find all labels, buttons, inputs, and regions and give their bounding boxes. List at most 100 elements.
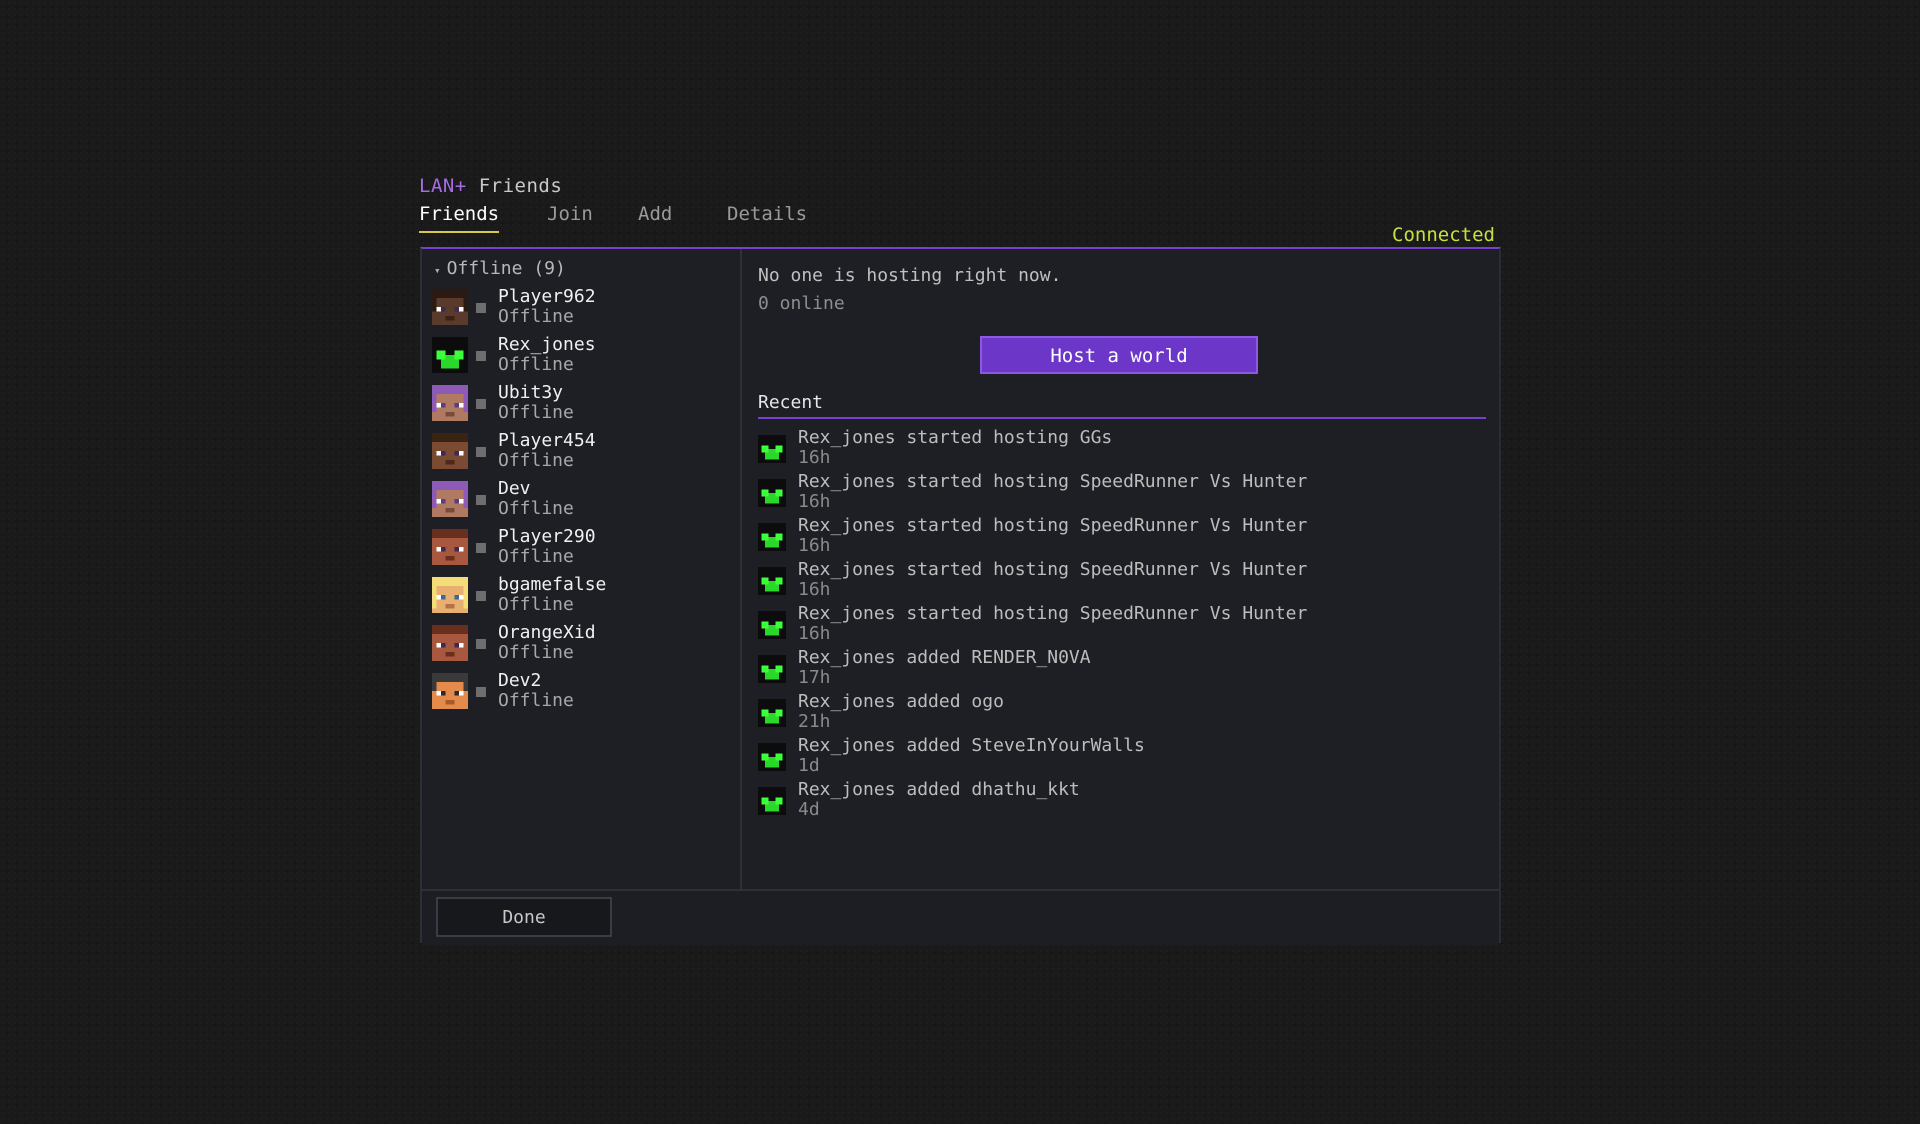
friend-status: Offline bbox=[498, 642, 574, 663]
brand-plus: + bbox=[454, 175, 467, 197]
window-title: LAN+ Friends bbox=[419, 175, 562, 197]
tab-details[interactable]: Details bbox=[727, 203, 807, 231]
activity-text: Rex_jones added SteveInYourWalls bbox=[798, 735, 1145, 756]
activity-text: Rex_jones started hosting SpeedRunner Vs… bbox=[798, 603, 1308, 624]
friend-row[interactable]: Player290 Offline bbox=[432, 526, 732, 570]
activity-time: 16h bbox=[798, 447, 831, 468]
friend-row[interactable]: OrangeXid Offline bbox=[432, 622, 732, 666]
activity-item: Rex_jones started hosting SpeedRunner Vs… bbox=[758, 559, 1478, 603]
activity-time: 17h bbox=[798, 667, 831, 688]
friend-status: Offline bbox=[498, 690, 574, 711]
activity-time: 16h bbox=[798, 491, 831, 512]
friend-status: Offline bbox=[498, 546, 574, 567]
friend-name: Ubit3y bbox=[498, 382, 564, 403]
player-head-icon bbox=[432, 673, 468, 709]
brand-name: LAN bbox=[419, 175, 455, 197]
activity-item: Rex_jones added ogo 21h bbox=[758, 691, 1478, 735]
player-head-icon bbox=[758, 523, 786, 551]
lanplus-friends-screen: LAN+ Friends Friends Join Add Details Co… bbox=[0, 0, 1920, 1124]
main-panel: ▾ Offline (9) Player962 Offline Rex_jone… bbox=[420, 247, 1501, 945]
activity-time: 4d bbox=[798, 799, 820, 820]
status-dot bbox=[476, 495, 486, 505]
friend-status: Offline bbox=[498, 594, 574, 615]
player-head-icon bbox=[758, 787, 786, 815]
player-head-icon bbox=[758, 743, 786, 771]
activity-text: Rex_jones started hosting SpeedRunner Vs… bbox=[798, 559, 1308, 580]
host-world-button[interactable]: Host a world bbox=[980, 336, 1258, 374]
friend-row[interactable]: Rex_jones Offline bbox=[432, 334, 732, 378]
friend-status: Offline bbox=[498, 354, 574, 375]
friend-name: Player454 bbox=[498, 430, 596, 451]
chevron-down-icon: ▾ bbox=[434, 264, 441, 277]
friend-name: Rex_jones bbox=[498, 334, 596, 355]
player-head-icon bbox=[432, 433, 468, 469]
activity-text: Rex_jones started hosting SpeedRunner Vs… bbox=[798, 515, 1308, 536]
no-host-message: No one is hosting right now. bbox=[758, 265, 1062, 286]
player-head-icon bbox=[758, 435, 786, 463]
player-head-icon bbox=[432, 481, 468, 517]
status-dot bbox=[476, 591, 486, 601]
status-dot bbox=[476, 447, 486, 457]
friend-row[interactable]: Ubit3y Offline bbox=[432, 382, 732, 426]
friend-row[interactable]: Dev2 Offline bbox=[432, 670, 732, 714]
status-dot bbox=[476, 303, 486, 313]
friend-status: Offline bbox=[498, 498, 574, 519]
activity-text: Rex_jones added RENDER_N0VA bbox=[798, 647, 1091, 668]
activity-time: 16h bbox=[798, 623, 831, 644]
player-head-icon bbox=[758, 655, 786, 683]
connection-status: Connected bbox=[1392, 224, 1495, 246]
friend-row[interactable]: Player962 Offline bbox=[432, 286, 732, 330]
online-count: 0 online bbox=[758, 293, 845, 314]
activity-item: Rex_jones started hosting SpeedRunner Vs… bbox=[758, 603, 1478, 647]
player-head-icon bbox=[758, 567, 786, 595]
friend-name: OrangeXid bbox=[498, 622, 596, 643]
friend-name: bgamefalse bbox=[498, 574, 607, 595]
friend-name: Player962 bbox=[498, 286, 596, 307]
hosting-panel: No one is hosting right now. 0 online Ho… bbox=[742, 249, 1499, 889]
friend-row[interactable]: bgamefalse Offline bbox=[432, 574, 732, 618]
player-head-icon bbox=[432, 337, 468, 373]
friend-name: Player290 bbox=[498, 526, 596, 547]
player-head-icon bbox=[432, 529, 468, 565]
player-head-icon bbox=[758, 611, 786, 639]
friend-status: Offline bbox=[498, 450, 574, 471]
activity-text: Rex_jones added dhathu_kkt bbox=[798, 779, 1080, 800]
activity-text: Rex_jones started hosting SpeedRunner Vs… bbox=[798, 471, 1308, 492]
offline-group-header[interactable]: ▾ Offline (9) bbox=[434, 258, 566, 279]
player-head-icon bbox=[432, 385, 468, 421]
activity-item: Rex_jones added SteveInYourWalls 1d bbox=[758, 735, 1478, 779]
activity-time: 21h bbox=[798, 711, 831, 732]
activity-item: Rex_jones started hosting SpeedRunner Vs… bbox=[758, 471, 1478, 515]
player-head-icon bbox=[432, 625, 468, 661]
activity-time: 1d bbox=[798, 755, 820, 776]
activity-text: Rex_jones added ogo bbox=[798, 691, 1004, 712]
friend-row[interactable]: Player454 Offline bbox=[432, 430, 732, 474]
tab-friends[interactable]: Friends bbox=[419, 203, 500, 233]
player-head-icon bbox=[432, 577, 468, 613]
footer-bar: Done bbox=[422, 889, 1499, 945]
friend-name: Dev bbox=[498, 478, 531, 499]
friend-status: Offline bbox=[498, 306, 574, 327]
status-dot bbox=[476, 399, 486, 409]
activity-item: Rex_jones added dhathu_kkt 4d bbox=[758, 779, 1478, 823]
friend-row[interactable]: Dev Offline bbox=[432, 478, 732, 522]
player-head-icon bbox=[758, 479, 786, 507]
recent-heading: Recent bbox=[758, 392, 1486, 419]
player-head-icon bbox=[432, 289, 468, 325]
friends-list: ▾ Offline (9) Player962 Offline Rex_jone… bbox=[422, 249, 742, 889]
activity-time: 16h bbox=[798, 579, 831, 600]
player-head-icon bbox=[758, 699, 786, 727]
activity-item: Rex_jones added RENDER_N0VA 17h bbox=[758, 647, 1478, 691]
tab-join[interactable]: Join bbox=[547, 203, 593, 231]
status-dot bbox=[476, 543, 486, 553]
activity-text: Rex_jones started hosting GGs bbox=[798, 427, 1113, 448]
screen-title: Friends bbox=[478, 175, 563, 197]
tab-add[interactable]: Add bbox=[638, 203, 672, 231]
offline-group-label: Offline (9) bbox=[446, 258, 566, 279]
activity-time: 16h bbox=[798, 535, 831, 556]
activity-item: Rex_jones started hosting GGs 16h bbox=[758, 427, 1478, 471]
activity-item: Rex_jones started hosting SpeedRunner Vs… bbox=[758, 515, 1478, 559]
friend-name: Dev2 bbox=[498, 670, 542, 691]
done-button[interactable]: Done bbox=[436, 897, 612, 937]
status-dot bbox=[476, 639, 486, 649]
